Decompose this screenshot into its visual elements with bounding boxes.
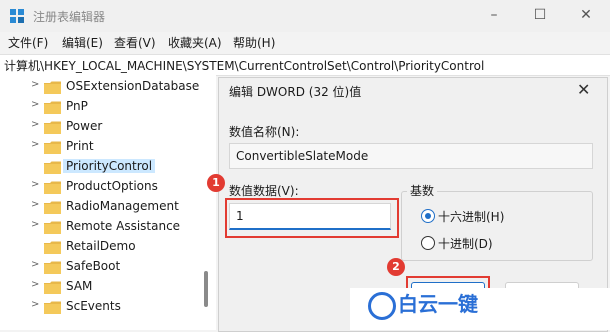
chevron-right-icon[interactable]: >	[31, 259, 39, 270]
tree-item[interactable]: > Print	[0, 137, 216, 157]
tree-item-label: ProductOptions	[66, 179, 158, 193]
watermark-text: 白云一键	[398, 292, 478, 316]
value-name-label: 数值名称(N):	[229, 125, 300, 139]
folder-icon	[44, 141, 61, 154]
chevron-right-icon[interactable]: >	[31, 219, 39, 230]
annotation-badge: 1	[207, 174, 225, 192]
base-groupbox	[401, 191, 593, 261]
tree-item-label: Print	[66, 139, 94, 153]
value-name-field: ConvertibleSlateMode	[229, 143, 593, 169]
tree-item[interactable]: > SAM	[0, 277, 216, 297]
chevron-right-icon[interactable]: >	[31, 99, 39, 110]
base-group-title: 基数	[407, 182, 438, 199]
address-bar[interactable]: 计算机\HKEY_LOCAL_MACHINE\SYSTEM\CurrentCon…	[0, 54, 610, 76]
menu-file[interactable]: 文件(F)	[8, 34, 48, 51]
tree-item[interactable]: > Power	[0, 117, 216, 137]
watermark-logo-icon	[368, 292, 396, 320]
tree-item-label: Remote Assistance	[66, 219, 181, 233]
annotation-highlight-box	[225, 198, 399, 238]
chevron-right-icon[interactable]: >	[31, 279, 39, 290]
radio-hex-label[interactable]: 十六进制(H)	[438, 208, 504, 225]
folder-icon	[44, 221, 61, 234]
folder-icon	[44, 161, 61, 174]
chevron-right-icon[interactable]: >	[31, 199, 39, 210]
tree-item-selected[interactable]: PriorityControl	[0, 157, 216, 177]
menu-view[interactable]: 查看(V)	[114, 34, 156, 51]
registry-tree: > OSExtensionDatabase > PnP > Power > Pr…	[0, 75, 216, 330]
window-title: 注册表编辑器	[33, 10, 106, 24]
folder-icon	[44, 281, 61, 294]
tree-item[interactable]: RetailDemo	[0, 237, 216, 257]
folder-icon	[44, 121, 61, 134]
tree-item[interactable]: > SafeBoot	[0, 257, 216, 277]
tree-scrollbar-thumb[interactable]	[204, 271, 208, 307]
chevron-right-icon[interactable]: >	[31, 179, 39, 190]
maximize-icon[interactable]: ☐	[532, 7, 548, 23]
folder-icon	[44, 81, 61, 94]
minimize-icon[interactable]: –	[486, 7, 502, 23]
close-icon[interactable]: ✕	[577, 80, 590, 99]
value-name-text: ConvertibleSlateMode	[236, 149, 369, 163]
folder-icon	[44, 301, 61, 314]
tree-item[interactable]: > ProductOptions	[0, 177, 216, 197]
folder-icon	[44, 201, 61, 214]
tree-item[interactable]: > PnP	[0, 97, 216, 117]
tree-item[interactable]: > OSExtensionDatabase	[0, 77, 216, 97]
menu-bar: 文件(F) 编辑(E) 查看(V) 收藏夹(A) 帮助(H)	[0, 32, 610, 52]
folder-icon	[44, 241, 61, 254]
menu-edit[interactable]: 编辑(E)	[62, 34, 103, 51]
tree-item-label: SAM	[66, 279, 93, 293]
chevron-right-icon[interactable]: >	[31, 139, 39, 150]
tree-item-label: RadioManagement	[66, 199, 179, 213]
watermark: 白云一键	[350, 288, 610, 330]
radio-hex[interactable]	[421, 209, 435, 223]
tree-item-label: Power	[66, 119, 103, 133]
radio-decimal-label[interactable]: 十进制(D)	[438, 235, 493, 252]
folder-icon	[44, 261, 61, 274]
address-path[interactable]: 计算机\HKEY_LOCAL_MACHINE\SYSTEM\CurrentCon…	[4, 57, 484, 74]
tree-item[interactable]: > RadioManagement	[0, 197, 216, 217]
close-icon[interactable]: ✕	[578, 7, 594, 23]
folder-icon	[44, 101, 61, 114]
chevron-right-icon[interactable]: >	[31, 119, 39, 130]
annotation-badge: 2	[387, 258, 405, 276]
menu-help[interactable]: 帮助(H)	[233, 34, 275, 51]
tree-item-label: PnP	[66, 99, 88, 113]
title-bar: 注册表编辑器 – ☐ ✕	[0, 0, 610, 32]
tree-item-label: RetailDemo	[66, 239, 136, 253]
tree-item[interactable]: > ScEvents	[0, 297, 216, 317]
folder-icon	[44, 181, 61, 194]
tree-item-label: SafeBoot	[66, 259, 121, 273]
tree-item-label: ScEvents	[66, 299, 121, 313]
regedit-app-icon	[10, 9, 24, 23]
value-data-label: 数值数据(V):	[229, 184, 299, 198]
menu-favorites[interactable]: 收藏夹(A)	[168, 34, 222, 51]
tree-item-label: OSExtensionDatabase	[66, 79, 200, 93]
radio-decimal[interactable]	[421, 236, 435, 250]
tree-item[interactable]: > Remote Assistance	[0, 217, 216, 237]
dialog-title: 编辑 DWORD (32 位)值	[229, 85, 362, 99]
chevron-right-icon[interactable]: >	[31, 299, 39, 310]
tree-item-label: PriorityControl	[63, 159, 156, 173]
chevron-right-icon[interactable]: >	[31, 79, 39, 90]
